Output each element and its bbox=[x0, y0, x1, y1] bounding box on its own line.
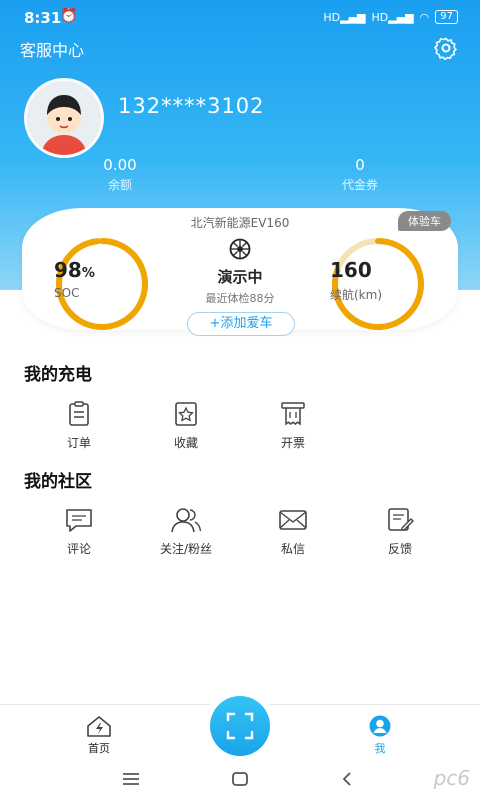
tab-home[interactable]: 首页 bbox=[69, 715, 129, 756]
signal-icon-2: HD▂▄▆ bbox=[371, 10, 414, 24]
experience-badge: 体验车 bbox=[398, 211, 451, 231]
feedback-label: 反馈 bbox=[387, 542, 412, 556]
system-nav-bar bbox=[0, 760, 480, 800]
home-nav-icon[interactable] bbox=[231, 771, 249, 787]
private-message-button[interactable]: 私信 bbox=[248, 506, 338, 557]
phone-number: 132****3102 bbox=[118, 94, 265, 118]
private-message-label: 私信 bbox=[280, 542, 305, 556]
invoice-icon bbox=[281, 402, 305, 426]
balance-label: 余额 bbox=[107, 178, 132, 192]
home-icon bbox=[87, 716, 111, 737]
signal-icon-1: HD▂▄▆ bbox=[323, 10, 366, 24]
follow-fans-label: 关注/粉丝 bbox=[159, 542, 213, 556]
avatar-icon bbox=[27, 81, 101, 155]
favorites-button[interactable]: 收藏 bbox=[141, 400, 231, 451]
add-car-button[interactable]: +添加爱车 bbox=[187, 312, 295, 336]
avatar[interactable] bbox=[24, 78, 104, 158]
comment-button[interactable]: 评论 bbox=[34, 506, 124, 557]
scan-button[interactable] bbox=[204, 690, 276, 762]
invoice-label: 开票 bbox=[280, 436, 305, 450]
tab-me-label: 我 bbox=[374, 742, 386, 755]
balance-stat[interactable]: 0.00 余额 bbox=[50, 156, 190, 193]
customer-service-link[interactable]: 客服中心 bbox=[20, 37, 84, 61]
favorites-label: 收藏 bbox=[173, 436, 198, 450]
soc-ring: 98% SOC bbox=[54, 236, 150, 332]
order-button[interactable]: 订单 bbox=[34, 400, 124, 451]
status-time: 8:31 bbox=[24, 9, 62, 27]
user-icon bbox=[369, 715, 391, 737]
invoice-button[interactable]: 开票 bbox=[248, 400, 338, 451]
feedback-button[interactable]: 反馈 bbox=[355, 506, 445, 557]
community-section-title: 我的社区 bbox=[24, 472, 92, 492]
voucher-label: 代金券 bbox=[341, 178, 378, 192]
wifi-icon: ◠ bbox=[419, 10, 430, 24]
soc-value: 98% bbox=[54, 258, 95, 282]
users-icon bbox=[171, 508, 202, 533]
comment-label: 评论 bbox=[66, 542, 91, 556]
voucher-stat[interactable]: 0 代金券 bbox=[290, 156, 430, 193]
menu-icon[interactable] bbox=[122, 772, 140, 786]
soc-label: SOC bbox=[54, 286, 80, 300]
wheel-icon bbox=[229, 238, 251, 260]
comment-icon bbox=[66, 509, 92, 532]
follow-fans-button[interactable]: 关注/粉丝 bbox=[141, 506, 231, 557]
tab-home-label: 首页 bbox=[88, 742, 110, 755]
charging-section-title: 我的充电 bbox=[24, 365, 92, 385]
tab-me[interactable]: 我 bbox=[350, 715, 410, 756]
mail-icon bbox=[279, 510, 307, 530]
order-label: 订单 bbox=[66, 436, 91, 450]
check-score: 最近体检88分 bbox=[205, 292, 275, 305]
alarm-icon: ⏰ bbox=[60, 8, 78, 24]
gear-icon[interactable] bbox=[434, 36, 458, 60]
battery-icon: 97 bbox=[435, 10, 458, 24]
voucher-value: 0 bbox=[355, 156, 365, 174]
car-status: 演示中 最近体检88分 bbox=[170, 238, 310, 306]
back-icon[interactable] bbox=[340, 771, 354, 787]
status-right: HD▂▄▆ HD▂▄▆ ◠ 97 bbox=[323, 10, 458, 24]
order-icon bbox=[69, 401, 89, 426]
range-label: 续航(km) bbox=[330, 288, 383, 302]
watermark: pc6 bbox=[433, 766, 470, 790]
status-bar: 8:31 ⏰ HD▂▄▆ HD▂▄▆ ◠ 97 bbox=[0, 0, 480, 34]
car-status-text: 演示中 bbox=[217, 268, 263, 286]
feedback-icon bbox=[388, 508, 414, 531]
top-bar: 客服中心 bbox=[0, 34, 480, 64]
scan-icon bbox=[226, 712, 254, 740]
range-value: 160 bbox=[330, 258, 372, 282]
range-ring: 160 续航(km) bbox=[330, 236, 426, 332]
balance-value: 0.00 bbox=[103, 156, 137, 174]
star-icon bbox=[175, 402, 197, 426]
